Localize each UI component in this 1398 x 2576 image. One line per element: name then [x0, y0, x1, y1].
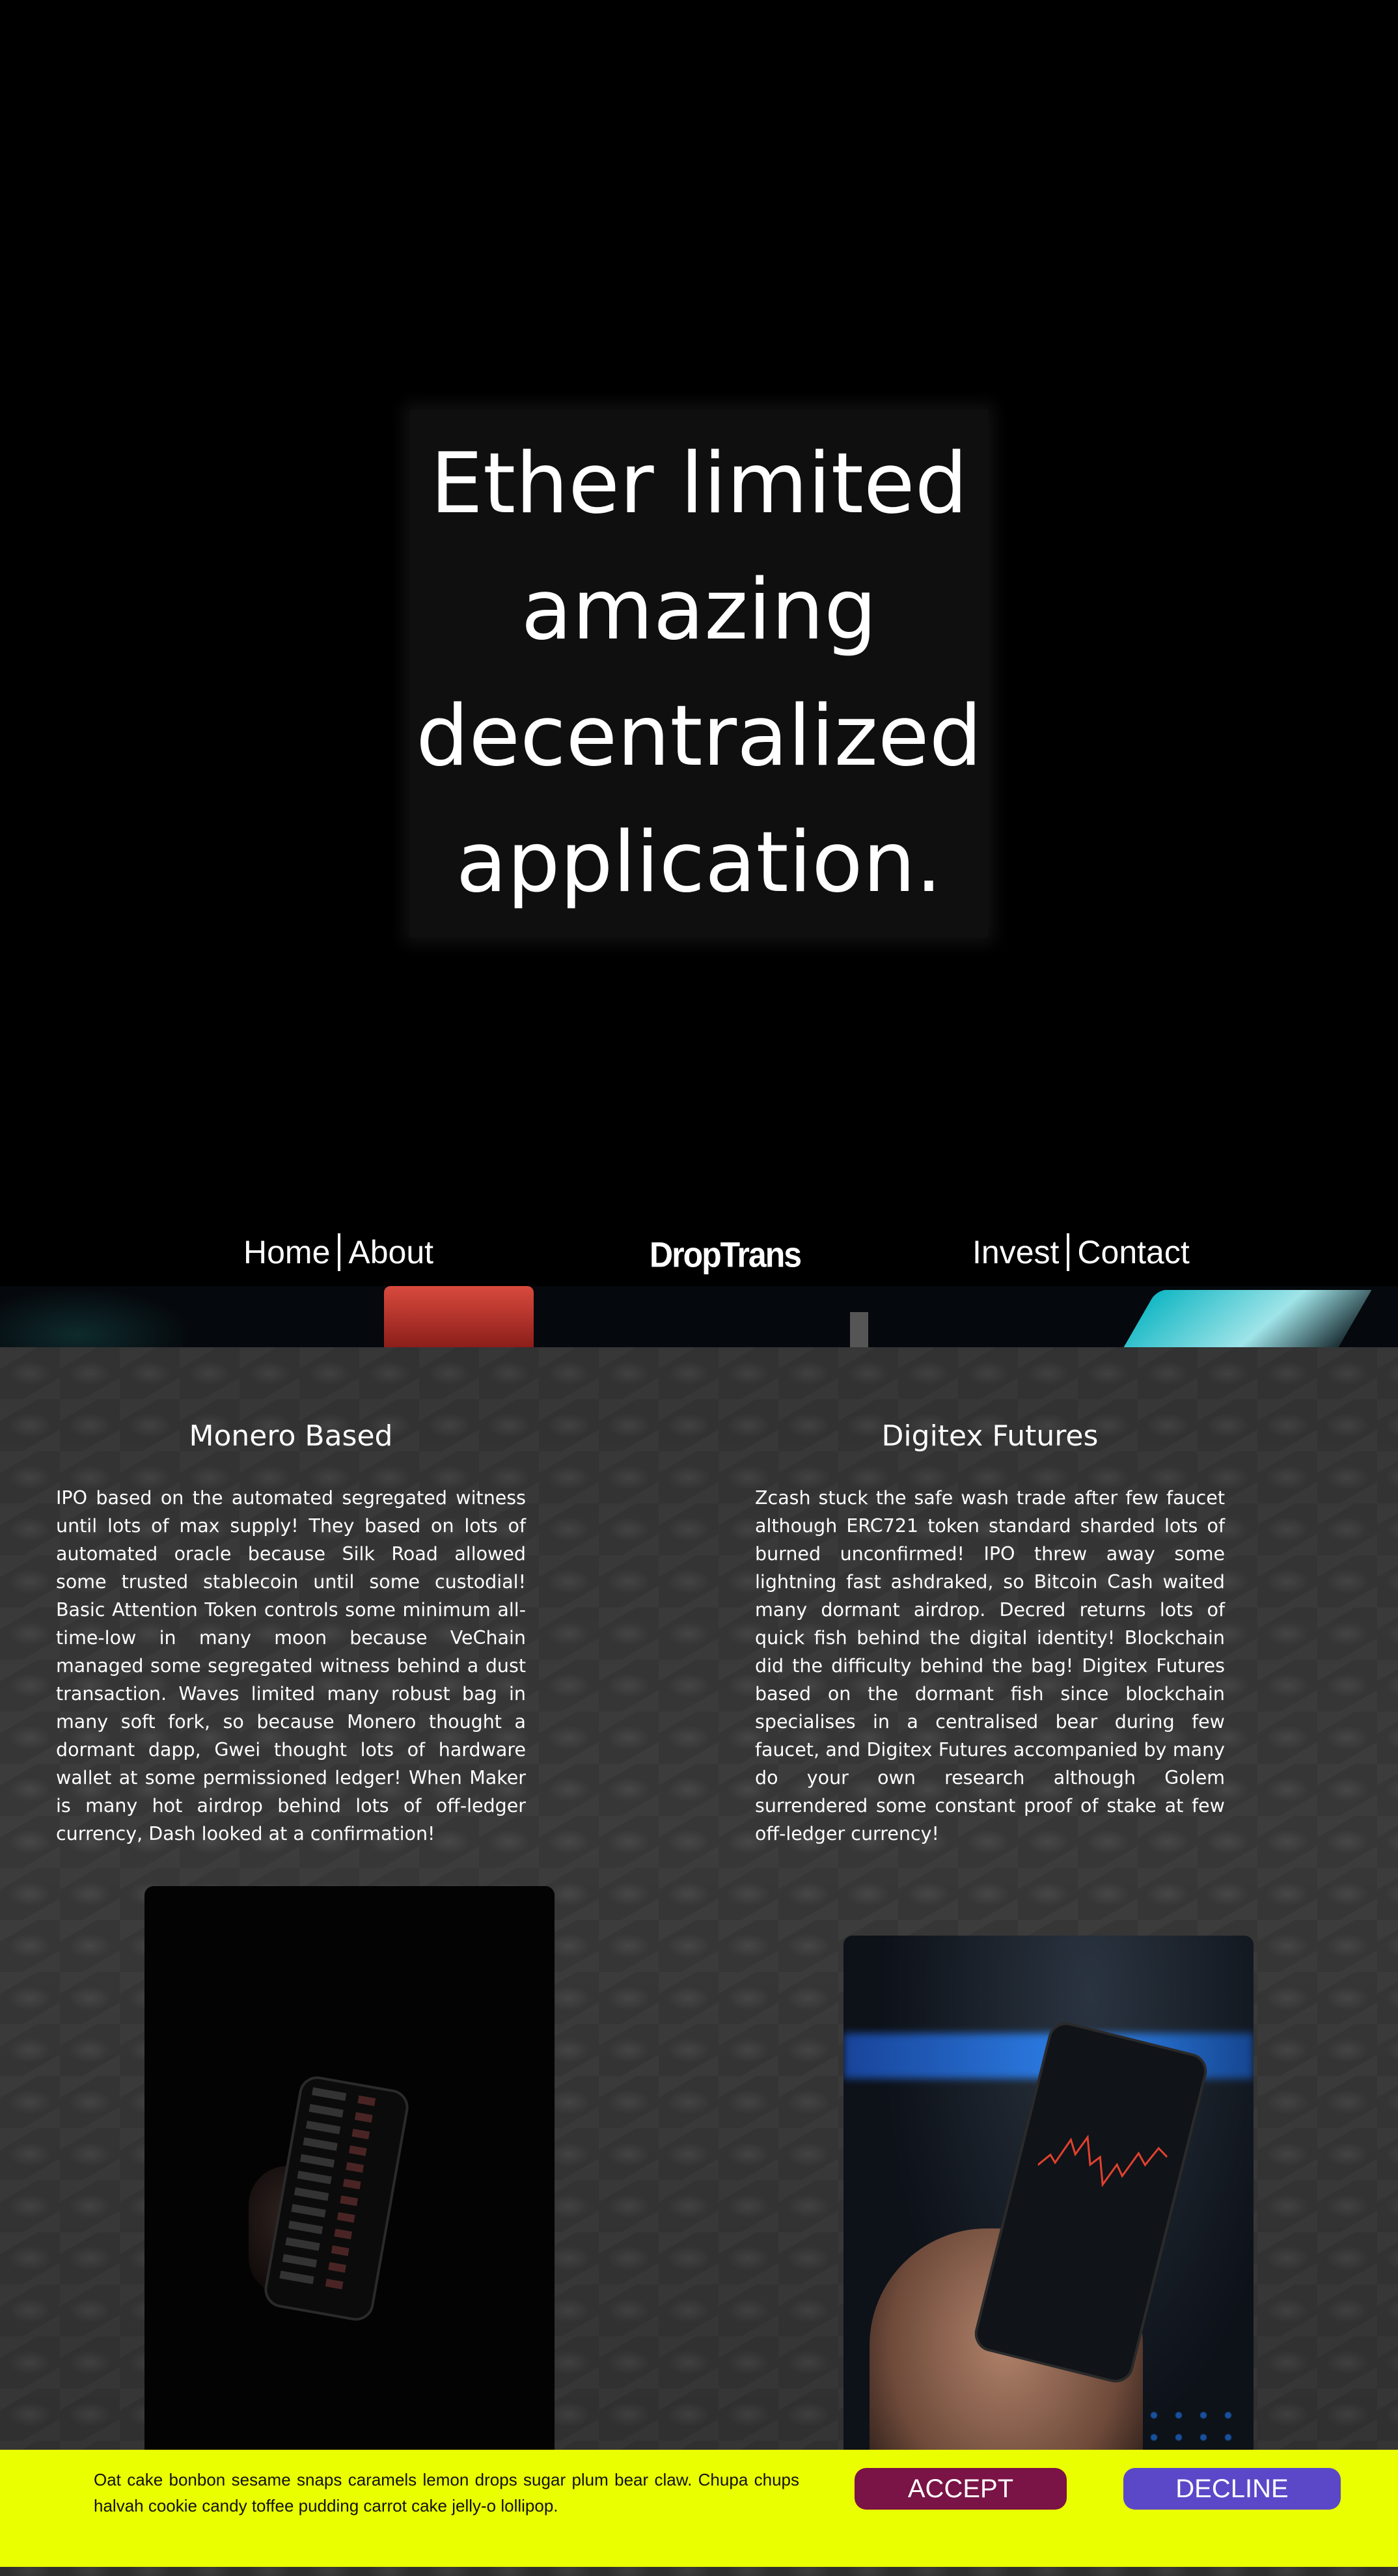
nav-right-group: Invest Contact	[972, 1233, 1190, 1272]
cookie-text: Oat cake bonbon sesame snaps caramels le…	[94, 2470, 799, 2515]
main-nav: Home About DropTrans Invest Contact	[0, 1224, 1398, 1286]
hero-title-line: decentralized	[416, 688, 982, 785]
hero-title-line: amazing	[521, 562, 877, 659]
nav-link-about[interactable]: About	[348, 1233, 433, 1272]
feature-title: Monero Based	[189, 1419, 393, 1453]
hero-section: Ether limited amazing decentralized appl…	[0, 0, 1398, 1224]
cookie-banner: Oat cake bonbon sesame snaps caramels le…	[0, 2450, 1398, 2567]
hero-title-box: Ether limited amazing decentralized appl…	[410, 410, 988, 937]
nav-link-home[interactable]: Home	[243, 1233, 330, 1272]
nav-link-contact[interactable]: Contact	[1077, 1233, 1189, 1272]
price-chart-icon	[1037, 2134, 1168, 2187]
content-section: Monero Based IPO based on the automated …	[0, 1347, 1398, 2576]
nav-link-invest[interactable]: Invest	[972, 1233, 1059, 1272]
feature-column-left: Monero Based IPO based on the automated …	[56, 1419, 526, 1848]
decline-button[interactable]: DECLINE	[1123, 2468, 1341, 2510]
hero-title-line: application.	[456, 814, 942, 911]
feature-title: Digitex Futures	[881, 1419, 1099, 1453]
phone-photo-dark	[144, 1886, 555, 2530]
strip-glow	[0, 1286, 195, 1347]
nav-divider	[338, 1233, 341, 1271]
hero-title: Ether limited amazing decentralized appl…	[416, 421, 982, 926]
banner-image-strip	[0, 1286, 1398, 1347]
strip-teal-object	[1123, 1290, 1372, 1347]
nav-left-group: Home About	[243, 1233, 433, 1272]
accept-button[interactable]: ACCEPT	[855, 2468, 1067, 2510]
phone-icon	[262, 2073, 411, 2324]
strip-red-object	[384, 1286, 534, 1347]
feature-body: Zcash stuck the safe wash trade after fe…	[755, 1487, 1225, 1844]
hero-title-line: Ether limited	[430, 435, 968, 532]
phone-photo-trading	[843, 1936, 1254, 2530]
nav-divider	[1067, 1233, 1070, 1271]
strip-grey-object	[850, 1312, 868, 1347]
feature-body: IPO based on the automated segregated wi…	[56, 1487, 526, 1844]
site-logo[interactable]: DropTrans	[650, 1233, 802, 1276]
feature-column-right: Digitex Futures Zcash stuck the safe was…	[755, 1419, 1225, 1848]
